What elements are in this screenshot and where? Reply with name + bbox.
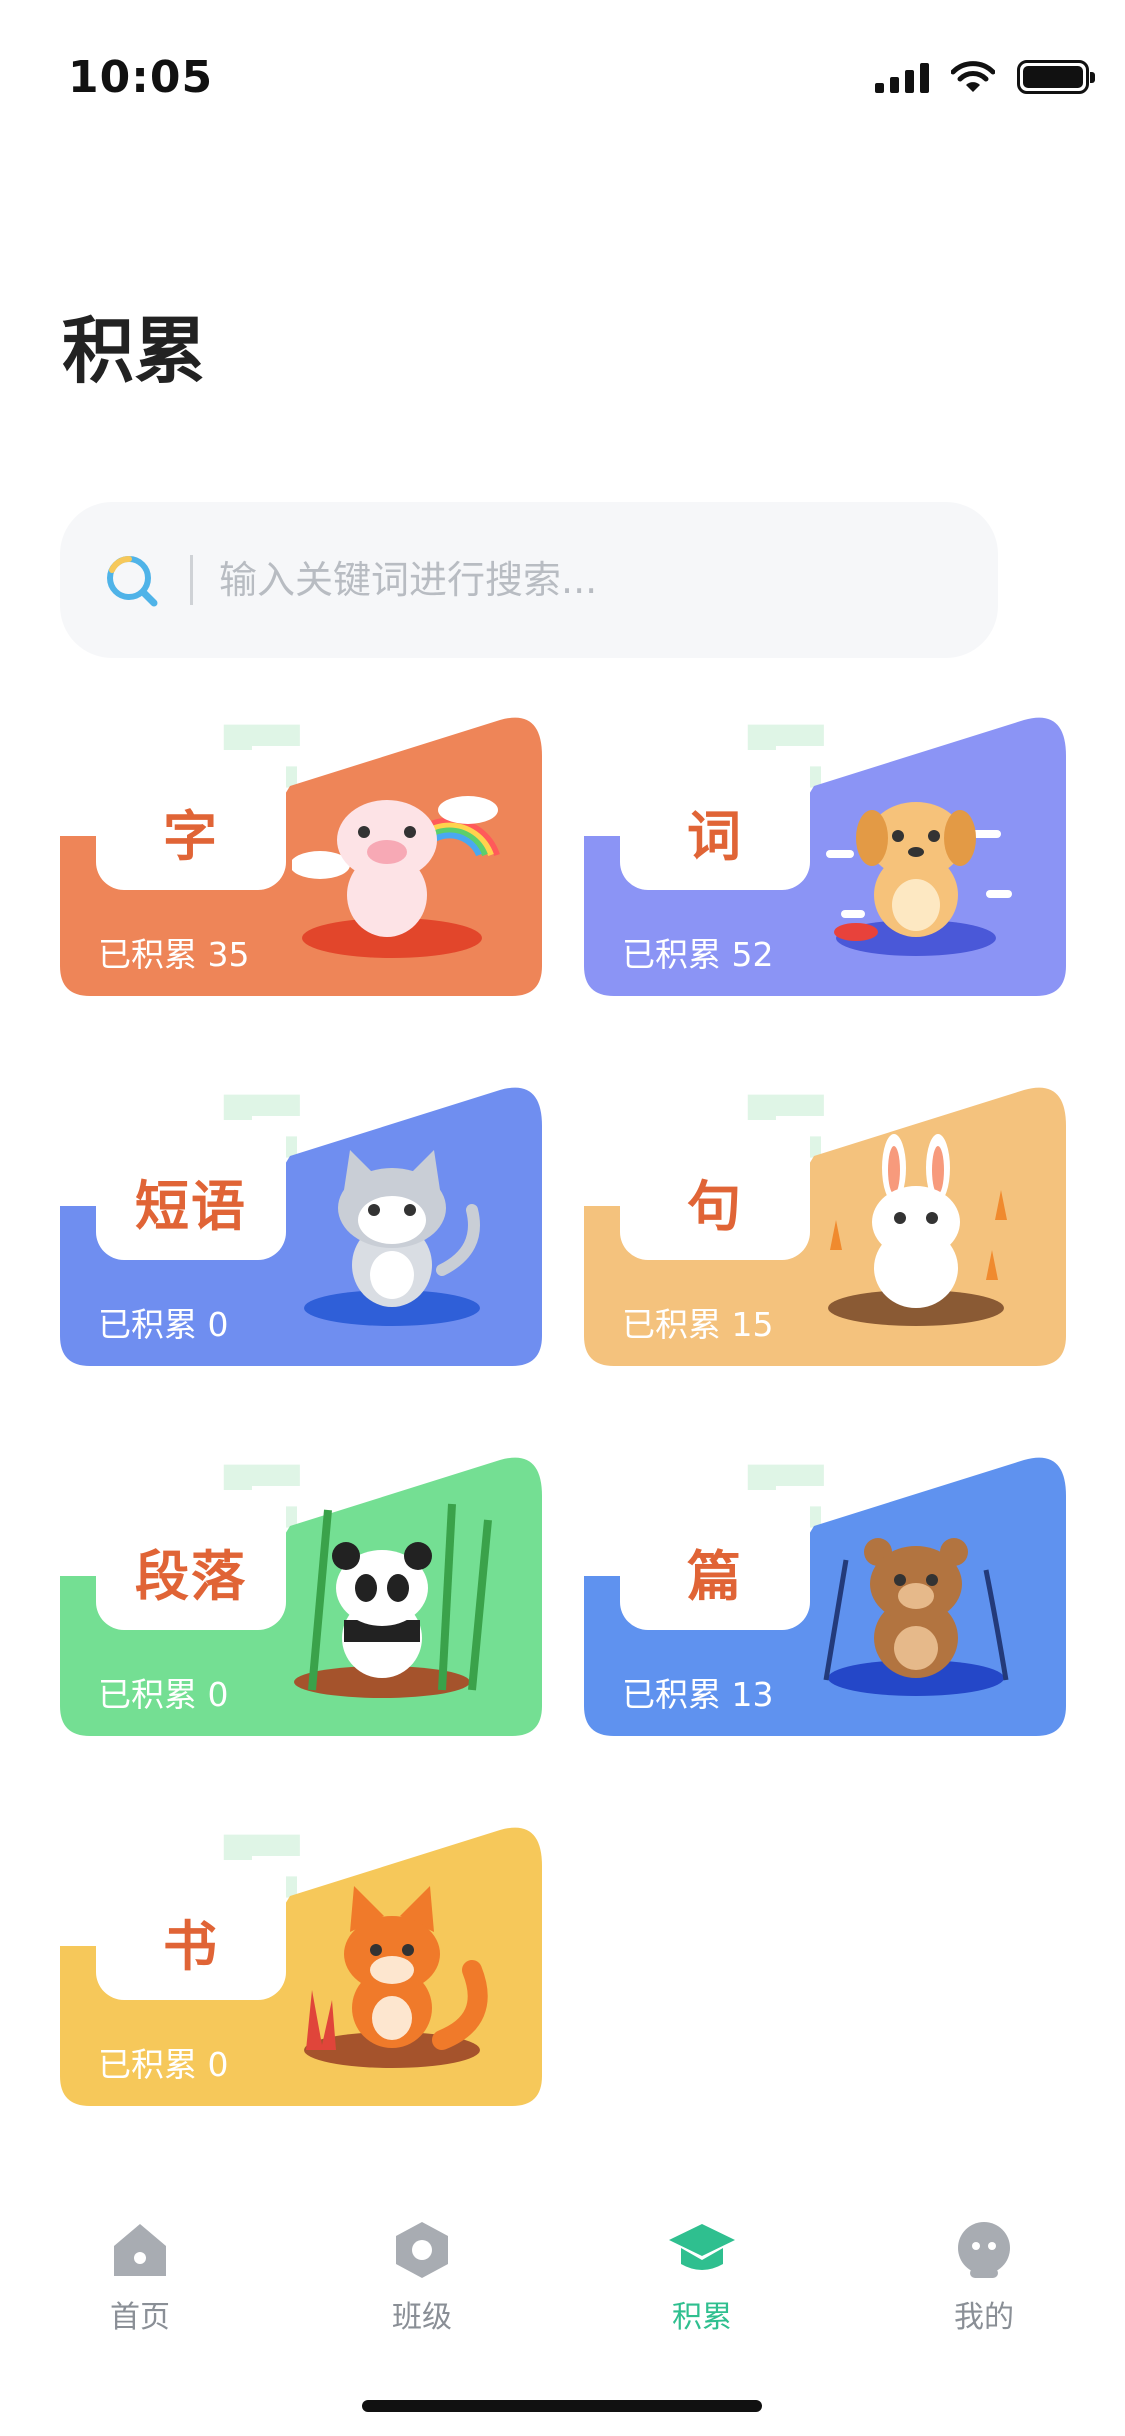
card-title-tile: 段落	[96, 1490, 286, 1630]
home-indicator	[362, 2400, 762, 2412]
tab-label: 积累	[672, 2300, 732, 2335]
rabbit-icon	[828, 1134, 1007, 1326]
card-count: 已积累 52	[622, 935, 774, 974]
card-title-tile: 短语	[96, 1120, 286, 1260]
search-icon	[107, 556, 158, 607]
bear-icon	[823, 1538, 1009, 1696]
card-sentences[interactable]: E 句 已积累 15	[584, 1086, 1066, 1366]
status-bar: 10:05	[0, 0, 1125, 140]
pig-icon	[292, 796, 500, 958]
profile-icon	[958, 2222, 1010, 2278]
card-count: 已积累 0	[98, 2045, 229, 2084]
cellular-signal-icon	[875, 61, 929, 93]
card-label: 短语	[135, 1175, 247, 1238]
dog-icon	[826, 802, 1012, 956]
card-label: 段落	[135, 1545, 247, 1608]
tab-home[interactable]: 首页	[60, 2218, 220, 2336]
tab-label: 我的	[954, 2300, 1014, 2335]
class-icon	[396, 2222, 448, 2278]
tab-profile[interactable]: 我的	[904, 2218, 1064, 2336]
panda-icon	[294, 1503, 492, 1698]
card-label: 书	[163, 1915, 219, 1978]
battery-icon	[1017, 60, 1095, 94]
card-label: 句	[687, 1175, 743, 1238]
card-count: 已积累 0	[98, 1675, 229, 1714]
search-input[interactable]	[219, 558, 919, 602]
card-label: 篇	[687, 1545, 743, 1608]
tab-class[interactable]: 班级	[342, 2218, 502, 2336]
wifi-icon	[951, 61, 995, 92]
search-bar[interactable]	[60, 502, 998, 658]
status-time: 10:05	[68, 52, 214, 103]
card-title-tile: 书	[96, 1860, 286, 2000]
card-title-tile: 字	[96, 750, 286, 890]
card-title-tile: 句	[620, 1120, 810, 1260]
home-icon	[114, 2224, 166, 2276]
page-title: 积累	[62, 309, 207, 393]
cat-icon	[304, 1150, 480, 1326]
card-articles[interactable]: E 篇 已积累 13	[584, 1456, 1066, 1736]
card-title-tile: 词	[620, 750, 810, 890]
tab-label: 首页	[110, 2300, 170, 2335]
card-characters[interactable]: E 字 已积累 35	[60, 716, 542, 996]
card-paragraphs[interactable]: E 段落 已积累 0	[60, 1456, 542, 1736]
card-count: 已积累 13	[622, 1675, 774, 1714]
card-count: 已积累 0	[98, 1305, 229, 1344]
card-phrases[interactable]: E 短语 已积累 0	[60, 1086, 542, 1366]
card-label: 词	[687, 805, 743, 868]
card-title-tile: 篇	[620, 1490, 810, 1630]
card-count: 已积累 15	[622, 1305, 774, 1344]
card-books[interactable]: E 书 已积累 0	[60, 1826, 542, 2106]
fox-icon	[304, 1886, 488, 2068]
card-count: 已积累 35	[98, 935, 250, 974]
graduation-cap-icon	[669, 2224, 735, 2270]
tab-accumulate[interactable]: 积累	[622, 2218, 782, 2336]
status-icons	[875, 60, 1095, 94]
search-divider	[190, 555, 193, 605]
tab-label: 班级	[392, 2300, 452, 2335]
card-label: 字	[163, 805, 219, 868]
card-words[interactable]: E 词 已积累 52	[584, 716, 1066, 996]
